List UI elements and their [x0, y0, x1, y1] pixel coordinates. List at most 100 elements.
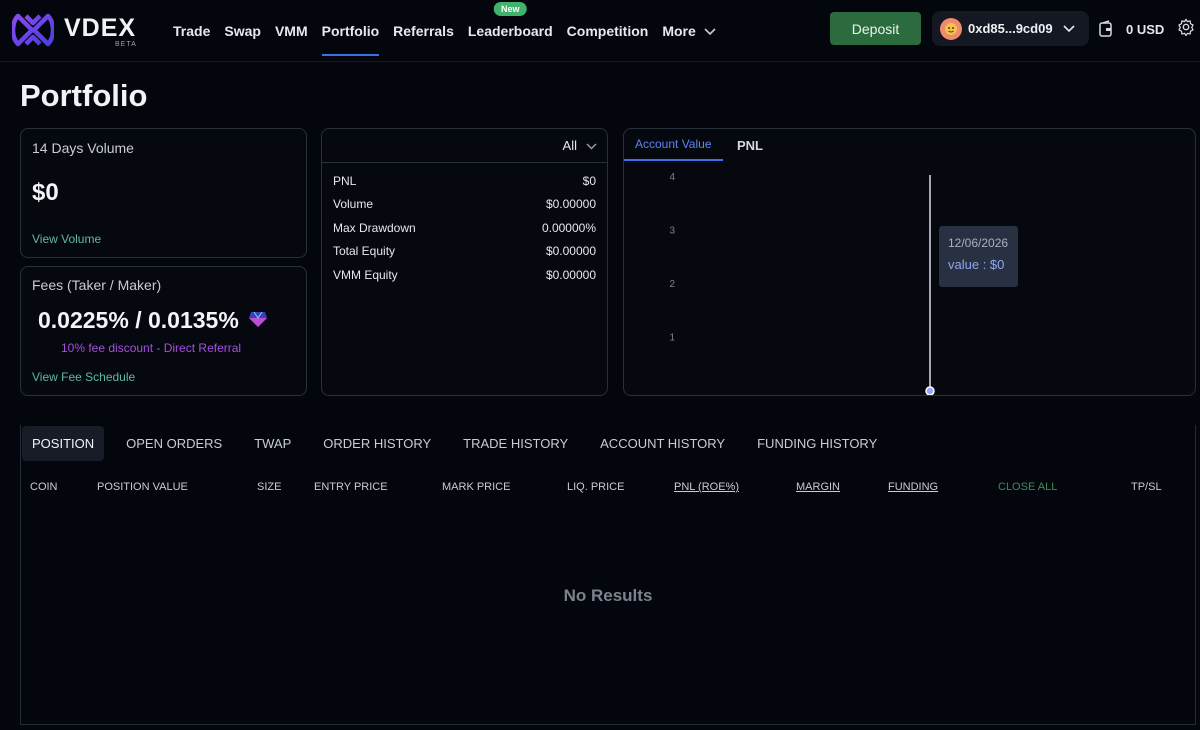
nav-referrals-label: Referrals [393, 23, 454, 39]
column-margin[interactable]: MARGIN [796, 481, 840, 493]
fees-card: Fees (Taker / Maker) 0.0225% / 0.0135% 1… [20, 266, 307, 396]
y-tick-label: 1 [669, 333, 675, 344]
chevron-down-icon [586, 138, 597, 153]
logo-icon [12, 13, 54, 47]
nav-swap[interactable]: Swap [224, 0, 261, 62]
main-nav: Trade Swap VMM Portfolio Referrals New L… [173, 0, 730, 62]
close-all-button[interactable]: CLOSE ALL [998, 481, 1057, 493]
nav-more[interactable]: More [662, 0, 716, 62]
tab-account-history[interactable]: ACCOUNT HISTORY [590, 426, 735, 461]
brand-tag: BETA [115, 41, 137, 48]
column-liq-price: LIQ. PRICE [567, 481, 625, 493]
tab-twap[interactable]: TWAP [244, 426, 301, 461]
nav-competition[interactable]: Competition [567, 0, 649, 62]
empty-state: No Results [563, 586, 653, 605]
range-select-value: All [562, 138, 577, 153]
stat-row-total-equity: Total Equity $0.00000 [333, 244, 596, 260]
stat-row-vmm-equity: VMM Equity $0.00000 [333, 268, 596, 284]
gem-icon [248, 307, 268, 334]
divider [322, 162, 607, 163]
nav-portfolio-label: Portfolio [321, 23, 380, 39]
view-volume-link[interactable]: View Volume [32, 232, 101, 246]
stat-label: PNL [333, 174, 357, 188]
brand-name: VDEX [64, 14, 137, 42]
tab-label: TRADE HISTORY [463, 436, 569, 451]
stat-value: $0.00000 [545, 244, 596, 258]
account-value-chart-card: 1 2 3 4 Account Value PNL 12/06/2026 value … [623, 128, 1196, 396]
tab-label: ORDER HISTORY [323, 436, 432, 451]
column-entry-price: ENTRY PRICE [314, 481, 388, 493]
column-position-value: POSITION VALUE [97, 481, 188, 493]
new-badge: New [494, 2, 527, 16]
tab-account-value[interactable]: Account Value [624, 129, 723, 161]
balance-value: 0 USD [1126, 21, 1165, 37]
top-header: VDEX BETA Trade Swap VMM Portfolio Refer… [0, 0, 1200, 62]
stat-label: Max Drawdown [333, 221, 416, 235]
positions-panel [20, 425, 1196, 725]
avatar-icon [940, 17, 962, 40]
stat-label: Volume [333, 197, 374, 211]
tab-trade-history[interactable]: TRADE HISTORY [453, 426, 578, 461]
stat-row-volume: Volume $0.00000 [333, 197, 596, 213]
account-balance[interactable]: 0 USD [1098, 18, 1164, 40]
volume-label: 14 Days Volume [32, 140, 134, 156]
nav-leaderboard-label: Leaderboard [467, 23, 553, 39]
column-tp-sl: TP/SL [1131, 481, 1162, 493]
stat-value: 0.00000% [541, 221, 596, 235]
tab-label: ACCOUNT HISTORY [600, 436, 726, 451]
tab-label: FUNDING HISTORY [757, 436, 878, 451]
stat-label: VMM Equity [333, 268, 398, 282]
data-point[interactable] [925, 386, 935, 395]
tab-label: TWAP [254, 436, 292, 451]
volume-card: 14 Days Volume $0 View Volume [20, 128, 307, 258]
nav-swap-label: Swap [224, 23, 261, 39]
nav-vmm[interactable]: VMM [275, 0, 308, 62]
wallet-button[interactable]: 0xd85...9cd09 [932, 11, 1089, 46]
y-tick-label: 3 [669, 226, 675, 237]
nav-more-label: More [662, 23, 696, 39]
gear-icon[interactable] [1177, 18, 1195, 41]
tab-pnl[interactable]: PNL [737, 129, 763, 161]
y-tick-label: 2 [669, 279, 675, 290]
stat-row-max-drawdown: Max Drawdown 0.00000% [333, 221, 596, 237]
vdex-logo[interactable]: VDEX BETA [12, 10, 136, 50]
nav-leaderboard[interactable]: New Leaderboard [468, 0, 553, 62]
stat-row-pnl: PNL $0 [333, 174, 596, 190]
tab-label: POSITION [32, 436, 95, 451]
nav-competition-label: Competition [566, 23, 649, 39]
nav-trade[interactable]: Trade [173, 0, 210, 62]
page-title: Portfolio [20, 78, 148, 113]
view-fee-schedule-link[interactable]: View Fee Schedule [32, 370, 135, 384]
tab-funding-history[interactable]: FUNDING HISTORY [747, 426, 887, 461]
tab-pnl-label: PNL [737, 137, 763, 153]
column-coin: COIN [30, 481, 58, 493]
nav-referrals[interactable]: Referrals [393, 0, 454, 62]
stats-card: All PNL $0 Volume $0.00000 Max Drawdown … [321, 128, 608, 396]
nav-portfolio[interactable]: Portfolio [321, 0, 380, 62]
tooltip-value: value : $0 [948, 257, 1005, 272]
fee-discount-text: 10% fee discount - Direct Referral [61, 341, 242, 355]
stat-value: $0 [582, 174, 596, 188]
range-select[interactable]: All [563, 138, 597, 153]
wallet-address: 0xd85...9cd09 [968, 21, 1053, 36]
column-funding[interactable]: FUNDING [888, 481, 938, 493]
stat-label: Total Equity [333, 244, 396, 258]
y-tick-label: 4 [669, 172, 675, 183]
tab-order-history[interactable]: ORDER HISTORY [313, 426, 441, 461]
chevron-down-icon [704, 23, 716, 39]
tab-open-orders[interactable]: OPEN ORDERS [116, 426, 232, 461]
tooltip-date: 12/06/2026 [948, 236, 1009, 250]
fees-value-row: 0.0225% / 0.0135% [38, 307, 268, 334]
stat-value: $0.00000 [545, 268, 596, 282]
fees-value: 0.0225% / 0.0135% [38, 307, 239, 333]
chart-tooltip: 12/06/2026 value : $0 [939, 226, 1018, 287]
wallet-icon [1099, 20, 1112, 37]
column-pnl-roe[interactable]: PNL (ROE%) [674, 481, 739, 493]
volume-value: $0 [32, 179, 59, 206]
tab-position[interactable]: POSITION [22, 426, 105, 461]
stat-value: $0.00000 [545, 197, 596, 211]
column-mark-price: MARK PRICE [442, 481, 511, 493]
tab-account-value-label: Account Value [635, 137, 712, 151]
deposit-button[interactable]: Deposit [830, 12, 921, 45]
account-value-chart: 1 2 3 4 [669, 172, 935, 395]
